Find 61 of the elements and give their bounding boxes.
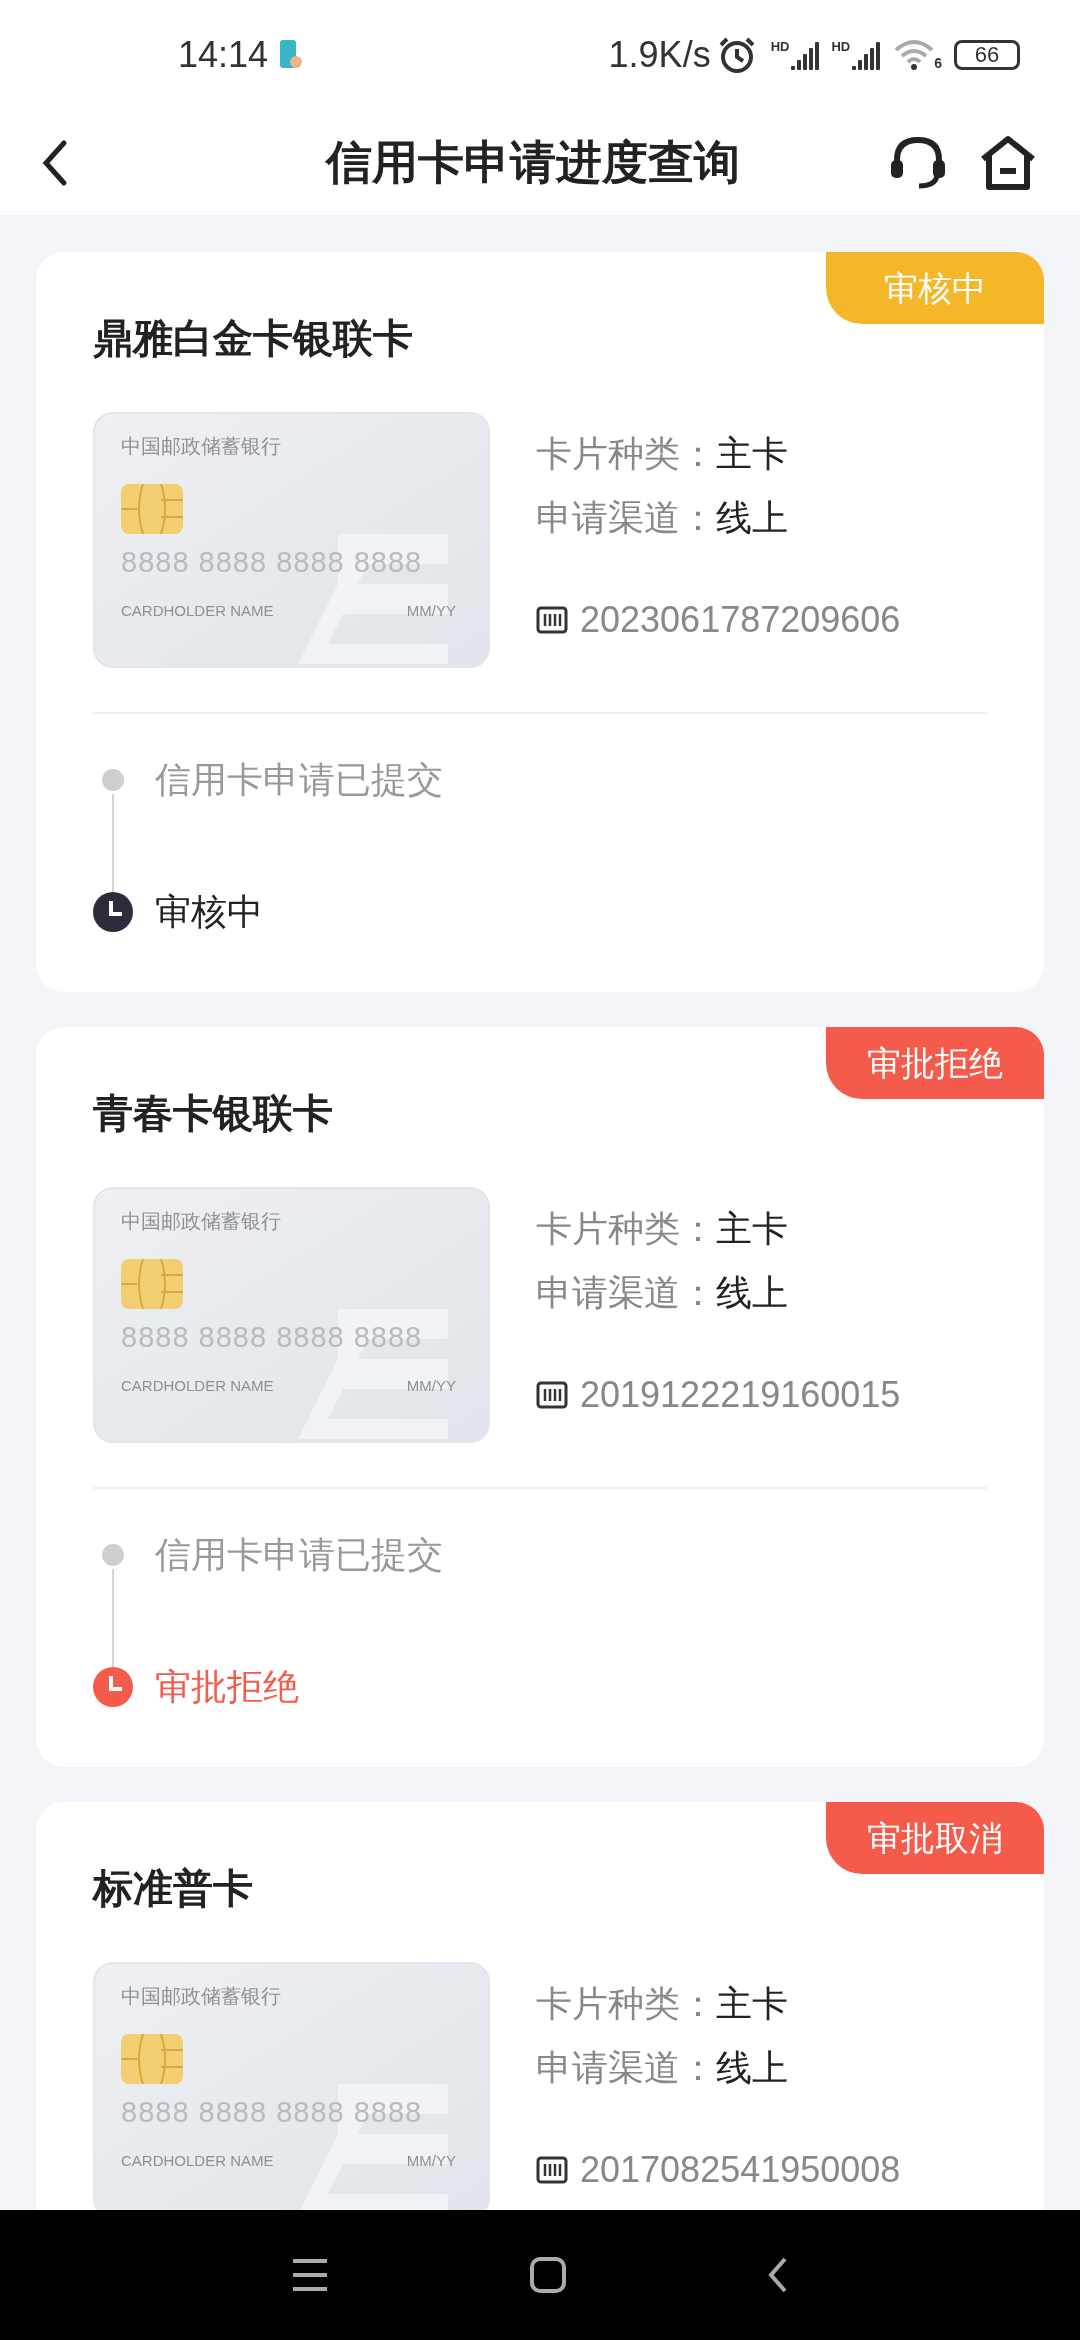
bank-name: 中国邮政储蓄银行 (121, 1986, 282, 2006)
field-label: 申请渠道： (536, 2046, 716, 2090)
menu-icon (291, 2258, 329, 2292)
square-icon (529, 2256, 567, 2294)
battery-level: 66 (974, 44, 1000, 66)
field-label: 卡片种类： (536, 1982, 716, 2026)
status-time: 14:14 (178, 33, 269, 77)
status-badge: 审批拒绝 (826, 1027, 1044, 1099)
field-label: 卡片种类： (536, 1207, 716, 1251)
chip-icon (121, 2034, 183, 2084)
back-nav-button[interactable] (767, 2256, 789, 2294)
home-icon (979, 134, 1037, 191)
step-text: 信用卡申请已提交 (155, 758, 443, 802)
field-value: 主卡 (716, 432, 788, 476)
step-text: 信用卡申请已提交 (155, 1533, 443, 1577)
wifi-standard-label: 6 (934, 54, 942, 73)
application-number: 2023061787209606 (580, 602, 901, 638)
field-label: 申请渠道： (536, 1271, 716, 1315)
cardholder-name: CARDHOLDER NAME (121, 603, 274, 618)
bank-name: 中国邮政储蓄银行 (121, 1211, 282, 1231)
wifi-icon (894, 38, 935, 72)
headset-icon (889, 135, 947, 190)
field-value: 线上 (716, 496, 788, 540)
bank-name: 中国邮政储蓄银行 (121, 436, 282, 456)
chip-icon (121, 1259, 183, 1309)
field-value: 主卡 (716, 1207, 788, 1251)
dot-icon (102, 769, 124, 791)
signal-icon (791, 40, 822, 70)
status-badge: 审批取消 (826, 1802, 1044, 1874)
signal-label: HD (770, 40, 790, 53)
page-title: 信用卡申请进度查询 (326, 135, 740, 190)
cardholder-name: CARDHOLDER NAME (121, 2153, 274, 2168)
card-expiry: MM/YY (406, 603, 456, 618)
step-text: 审批拒绝 (155, 1665, 299, 1709)
card-expiry: MM/YY (406, 1378, 456, 1393)
signal-icon (852, 40, 883, 70)
back-icon (40, 138, 68, 187)
network-speed: 1.9K/s (608, 33, 711, 77)
field-value: 线上 (716, 1271, 788, 1315)
chip-icon (121, 484, 183, 534)
field-label: 卡片种类： (536, 432, 716, 476)
back-icon (767, 2256, 789, 2294)
home-nav-button[interactable] (529, 2256, 567, 2294)
status-badge: 审核中 (826, 252, 1044, 324)
card-title: 青春卡银联卡 (93, 1090, 334, 1137)
card-expiry: MM/YY (406, 2153, 456, 2168)
menu-button[interactable] (291, 2258, 329, 2292)
field-value: 主卡 (716, 1982, 788, 2026)
card-title: 标准普卡 (93, 1865, 254, 1912)
signal-label: HD (831, 40, 851, 53)
dot-icon (102, 1544, 124, 1566)
card-title: 鼎雅白金卡银联卡 (93, 315, 414, 362)
application-number: 2017082541950008 (580, 2152, 901, 2188)
field-value: 线上 (716, 2046, 788, 2090)
field-label: 申请渠道： (536, 496, 716, 540)
barcode-icon (536, 1381, 568, 1409)
application-number: 2019122219160015 (580, 1377, 901, 1413)
step-text: 审核中 (155, 890, 263, 934)
barcode-icon (536, 606, 568, 634)
cardholder-name: CARDHOLDER NAME (121, 1378, 274, 1393)
barcode-icon (536, 2156, 568, 2184)
